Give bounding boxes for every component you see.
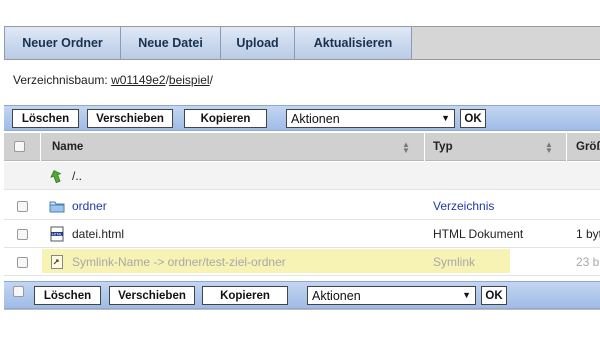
file-manager: { "toolbar": { "buttons": ["Neuer Ordner… — [0, 0, 600, 340]
ok-button[interactable]: OK — [460, 109, 486, 128]
file-type: Symlink — [433, 255, 476, 269]
divider — [4, 309, 600, 310]
copy-button[interactable]: Kopieren — [184, 109, 267, 128]
refresh-button[interactable]: Aktualisieren — [295, 27, 412, 59]
row-checkbox[interactable] — [17, 201, 28, 212]
parent-dir-label[interactable]: /.. — [72, 162, 82, 190]
delete-button[interactable]: Löschen — [12, 109, 79, 128]
new-file-button[interactable]: Neue Datei — [121, 27, 221, 59]
breadcrumb-separator: / — [209, 73, 213, 87]
html-file-icon: HTML — [50, 220, 64, 248]
table-row-parent[interactable]: /.. — [4, 162, 600, 190]
move-button-bottom[interactable]: Verschieben — [109, 286, 195, 305]
symlink-icon — [51, 248, 63, 276]
action-bar-top: Löschen Verschieben Kopieren Aktionen ▼ … — [4, 105, 600, 131]
chevron-down-icon: ▼ — [462, 290, 471, 300]
table-row[interactable]: HTML datei.html HTML Dokument 1 byte — [4, 220, 600, 248]
row-checkbox[interactable] — [17, 229, 28, 240]
move-button[interactable]: Verschieben — [87, 109, 173, 128]
file-name-link[interactable]: datei.html — [72, 220, 124, 248]
column-separator — [40, 133, 41, 161]
file-type: HTML Dokument — [433, 227, 524, 241]
file-name-link[interactable]: ordner — [72, 192, 107, 220]
breadcrumb-link-root[interactable]: w01149e2 — [111, 73, 166, 87]
actions-select-value: Aktionen — [291, 111, 340, 126]
select-all-checkbox[interactable] — [14, 141, 25, 152]
table-row[interactable]: Symlink-Name -> ordner/test-ziel-ordner … — [4, 248, 600, 276]
folder-icon — [49, 192, 65, 220]
actions-select-value: Aktionen — [312, 288, 361, 303]
column-separator — [424, 133, 425, 161]
file-name-link[interactable]: Symlink-Name -> ordner/test-ziel-ordner — [72, 248, 286, 276]
column-separator — [566, 133, 567, 161]
file-size: 1 byte — [576, 227, 600, 241]
back-arrow-icon — [50, 162, 64, 190]
table-header: Name ▲▼ Typ ▲▼ Größe — [4, 133, 600, 161]
breadcrumb-link-beispiel[interactable]: beispiel — [169, 73, 210, 87]
select-all-checkbox-bottom[interactable] — [13, 286, 24, 297]
ok-button-bottom[interactable]: OK — [481, 286, 507, 305]
breadcrumb-label: Verzeichnisbaum: — [13, 73, 108, 87]
sort-icon[interactable]: ▲ ▼ — [402, 141, 410, 155]
actions-select[interactable]: Aktionen ▼ — [286, 109, 455, 128]
new-folder-button[interactable]: Neuer Ordner — [4, 27, 121, 59]
sort-icon[interactable]: ▲ ▼ — [545, 141, 553, 155]
column-header-type[interactable]: Typ — [433, 133, 453, 161]
column-header-size[interactable]: Größe — [576, 133, 600, 161]
file-type: Verzeichnis — [433, 199, 495, 213]
table-row[interactable]: ordner Verzeichnis — [4, 192, 600, 220]
action-bar-bottom: Löschen Verschieben Kopieren Aktionen ▼ … — [4, 281, 600, 309]
row-checkbox[interactable] — [17, 257, 28, 268]
main-toolbar: Neuer Ordner Neue Datei Upload Aktualisi… — [4, 26, 600, 60]
file-size: 23 b — [576, 255, 600, 269]
actions-select-bottom[interactable]: Aktionen ▼ — [307, 286, 476, 305]
copy-button-bottom[interactable]: Kopieren — [202, 286, 288, 305]
chevron-down-icon: ▼ — [441, 113, 450, 123]
upload-button[interactable]: Upload — [221, 27, 295, 59]
delete-button-bottom[interactable]: Löschen — [34, 286, 101, 305]
breadcrumb: Verzeichnisbaum: w01149e2/beispiel/ — [13, 73, 213, 87]
toolbar-filler — [412, 27, 600, 59]
svg-text:HTML: HTML — [52, 232, 62, 236]
column-header-name[interactable]: Name — [52, 133, 83, 161]
